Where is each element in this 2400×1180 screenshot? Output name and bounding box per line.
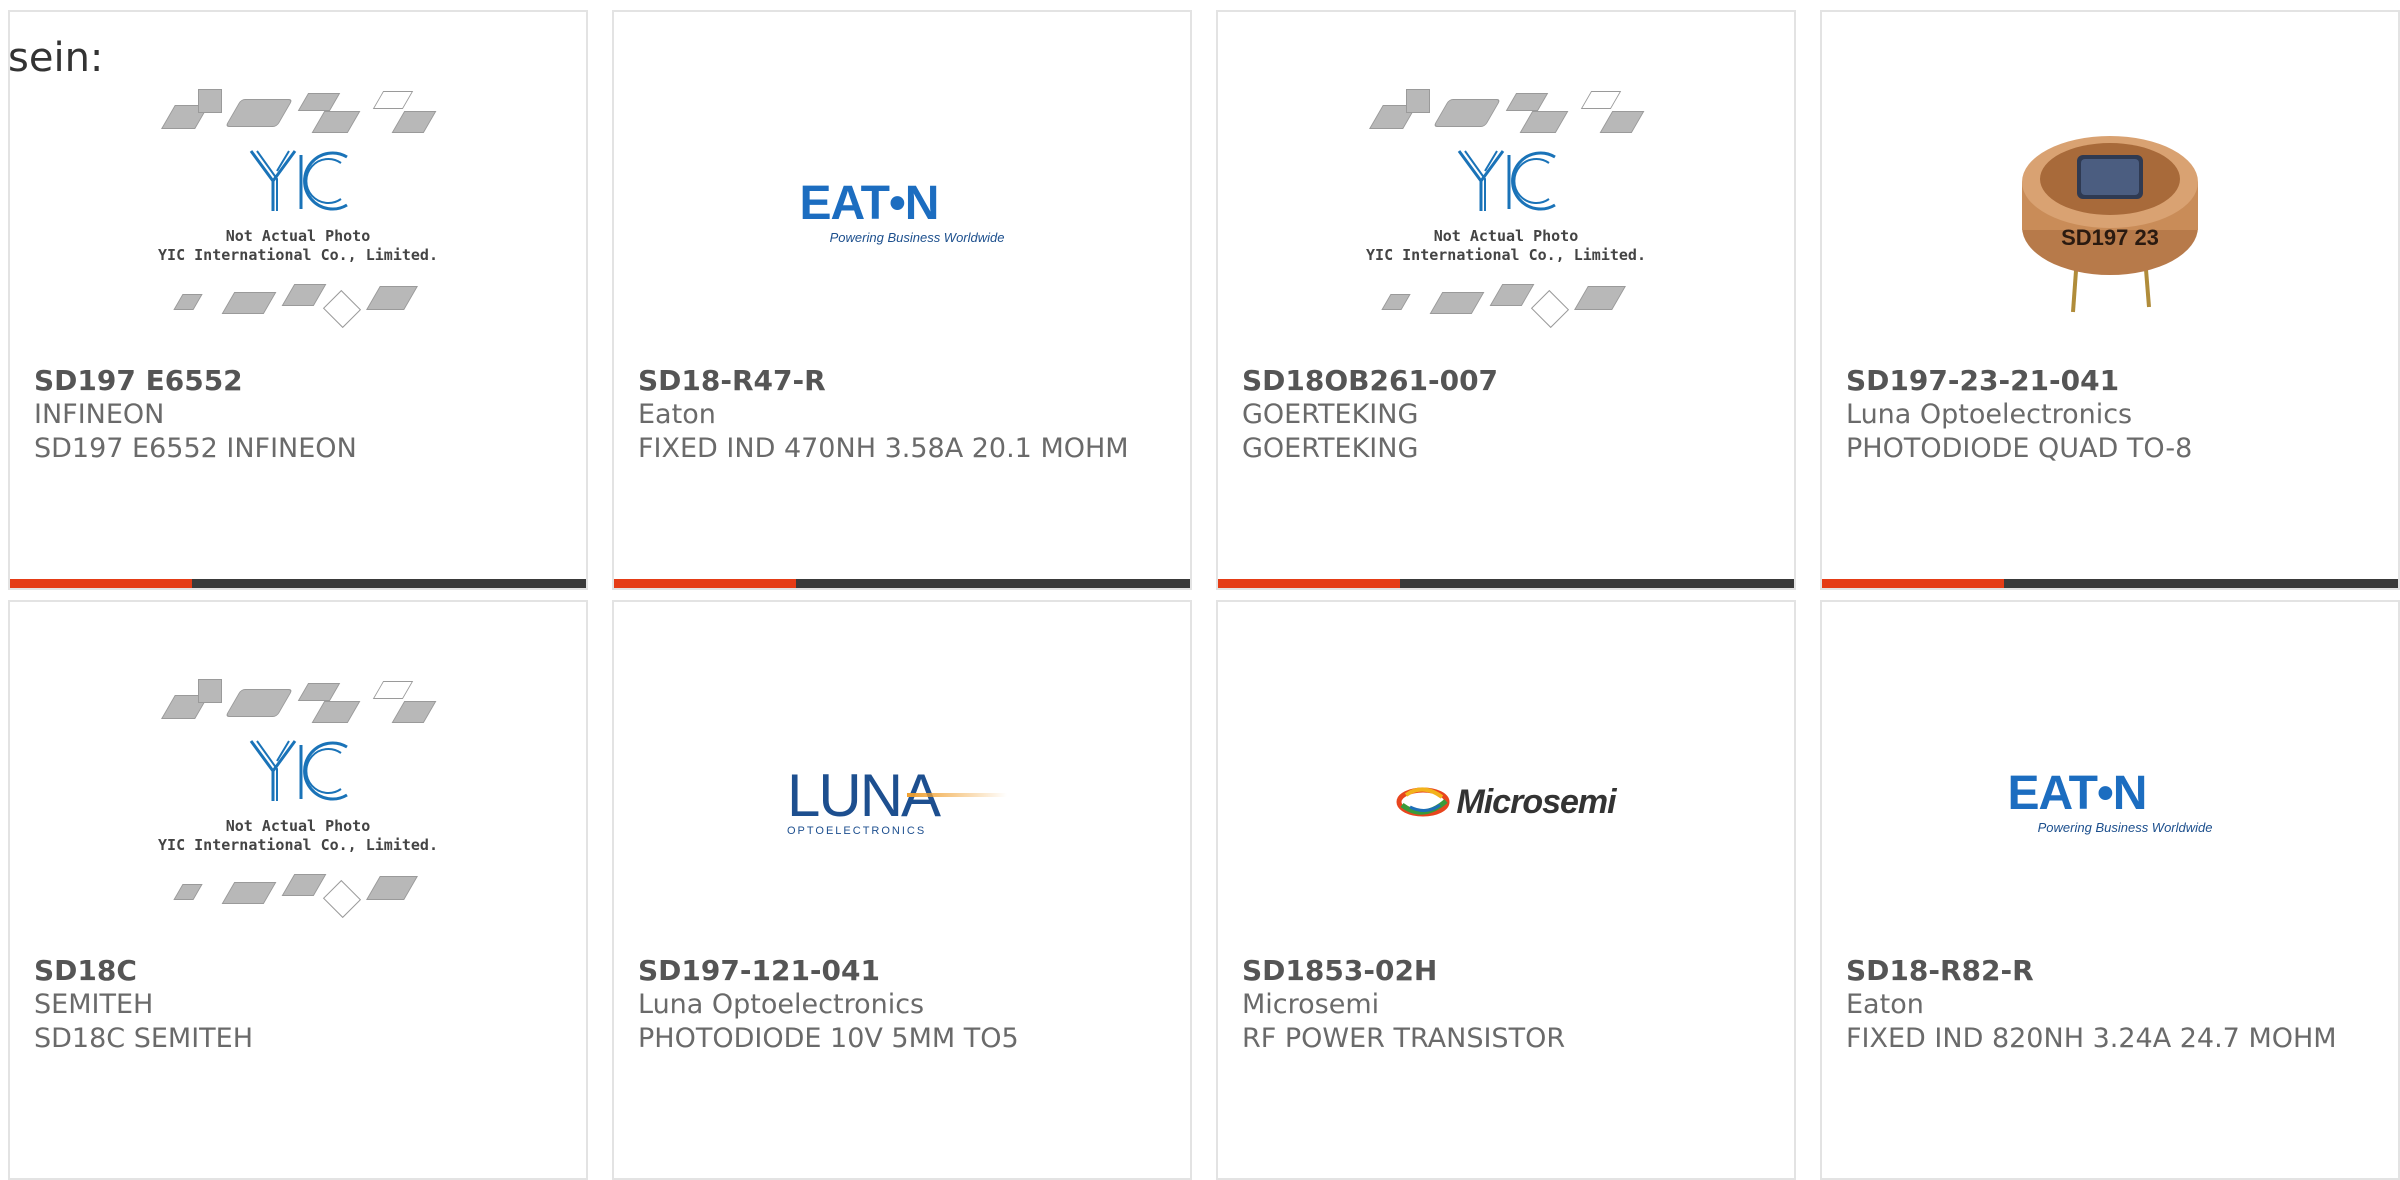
product-card[interactable]: Not Actual Photo YIC International Co., …: [8, 10, 588, 590]
yic-logo-icon: [249, 150, 348, 211]
manufacturer: Microsemi: [1242, 989, 1380, 1020]
product-card[interactable]: LUNA OPTOELECTRONICS SD197-121-041 Luna …: [612, 600, 1192, 1180]
product-info: SD18-R47-R Eaton FIXED IND 470NH 3.58A 2…: [638, 364, 1166, 466]
part-number-link[interactable]: SD197 E6552: [34, 364, 562, 398]
product-image[interactable]: EAT•N Powering Business Worldwide: [614, 67, 1190, 357]
eaton-logo: EAT•N Powering Business Worldwide: [2007, 766, 2213, 835]
manufacturer: Eaton: [638, 399, 716, 430]
yic-logo-icon: [1457, 150, 1556, 211]
product-image[interactable]: SD197 23: [1822, 67, 2398, 357]
product-image[interactable]: Not Actual Photo YIC International Co., …: [1218, 67, 1794, 357]
part-number-link[interactable]: SD197-23-21-041: [1846, 364, 2374, 398]
product-info: SD18C SEMITEH SD18C SEMITEH: [34, 954, 562, 1056]
manufacturer: Eaton: [1846, 989, 1924, 1020]
microsemi-swirl-icon: [1396, 787, 1450, 817]
yic-logo-icon: [249, 740, 348, 801]
product-image[interactable]: Microsemi: [1218, 657, 1794, 947]
description: FIXED IND 820NH 3.24A 24.7 MOHM: [1846, 1023, 2337, 1054]
product-card[interactable]: Not Actual Photo YIC International Co., …: [8, 600, 588, 1180]
product-info: SD197-121-041 Luna Optoelectronics PHOTO…: [638, 954, 1166, 1056]
product-card[interactable]: SD197 23 SD197-23-21-041 Luna Optoelectr…: [1820, 10, 2400, 590]
part-number-link[interactable]: SD1853-02H: [1242, 954, 1770, 988]
product-info: SD18-R82-R Eaton FIXED IND 820NH 3.24A 2…: [1846, 954, 2374, 1056]
product-card[interactable]: Microsemi SD1853-02H Microsemi RF POWER …: [1216, 600, 1796, 1180]
product-info: SD197 E6552 INFINEON SD197 E6552 INFINEO…: [34, 364, 562, 466]
product-card[interactable]: EAT•N Powering Business Worldwide SD18-R…: [612, 10, 1192, 590]
card-bottom-bar: [614, 579, 1190, 588]
product-image[interactable]: LUNA OPTOELECTRONICS: [614, 657, 1190, 947]
manufacturer: GOERTEKING: [1242, 399, 1419, 430]
product-info: SD1853-02H Microsemi RF POWER TRANSISTOR: [1242, 954, 1770, 1056]
manufacturer: Luna Optoelectronics: [638, 989, 925, 1020]
product-image[interactable]: Not Actual Photo YIC International Co., …: [10, 657, 586, 947]
product-image[interactable]: EAT•N Powering Business Worldwide: [1822, 657, 2398, 947]
product-card[interactable]: Not Actual Photo YIC International Co., …: [1216, 10, 1796, 590]
photodiode-photo-icon: SD197 23: [2022, 136, 2198, 313]
product-info: SD18OB261-007 GOERTEKING GOERTEKING: [1242, 364, 1770, 466]
card-bottom-bar: [10, 579, 586, 588]
intro-text: sein:: [8, 35, 104, 81]
description: SD197 E6552 INFINEON: [34, 433, 357, 464]
placeholder-caption: Not Actual Photo YIC International Co., …: [158, 817, 438, 854]
placeholder-caption: Not Actual Photo YIC International Co., …: [158, 227, 438, 264]
product-image[interactable]: Not Actual Photo YIC International Co., …: [10, 67, 586, 357]
luna-logo: LUNA OPTOELECTRONICS: [787, 766, 1017, 837]
yic-placeholder-image: Not Actual Photo YIC International Co., …: [158, 87, 438, 337]
yic-placeholder-image: Not Actual Photo YIC International Co., …: [1366, 87, 1646, 337]
placeholder-caption: Not Actual Photo YIC International Co., …: [1366, 227, 1646, 264]
product-card[interactable]: EAT•N Powering Business Worldwide SD18-R…: [1820, 600, 2400, 1180]
description: FIXED IND 470NH 3.58A 20.1 MOHM: [638, 433, 1129, 464]
part-number-link[interactable]: SD18OB261-007: [1242, 364, 1770, 398]
manufacturer: Luna Optoelectronics: [1846, 399, 2133, 430]
microsemi-logo: Microsemi: [1396, 783, 1617, 822]
part-number-link[interactable]: SD18-R47-R: [638, 364, 1166, 398]
photodiode-marking: SD197 23: [2061, 225, 2159, 250]
card-bottom-bar: [1822, 579, 2398, 588]
description: PHOTODIODE QUAD TO-8: [1846, 433, 2193, 464]
product-info: SD197-23-21-041 Luna Optoelectronics PHO…: [1846, 364, 2374, 466]
description: GOERTEKING: [1242, 433, 1419, 464]
description: RF POWER TRANSISTOR: [1242, 1023, 1566, 1054]
part-number-link[interactable]: SD18-R82-R: [1846, 954, 2374, 988]
manufacturer: SEMITEH: [34, 989, 154, 1020]
manufacturer: INFINEON: [34, 399, 165, 430]
description: PHOTODIODE 10V 5MM TO5: [638, 1023, 1019, 1054]
part-number-link[interactable]: SD197-121-041: [638, 954, 1166, 988]
eaton-logo: EAT•N Powering Business Worldwide: [799, 176, 1005, 245]
yic-placeholder-image: Not Actual Photo YIC International Co., …: [158, 677, 438, 927]
part-number-link[interactable]: SD18C: [34, 954, 562, 988]
card-bottom-bar: [1218, 579, 1794, 588]
description: SD18C SEMITEH: [34, 1023, 254, 1054]
